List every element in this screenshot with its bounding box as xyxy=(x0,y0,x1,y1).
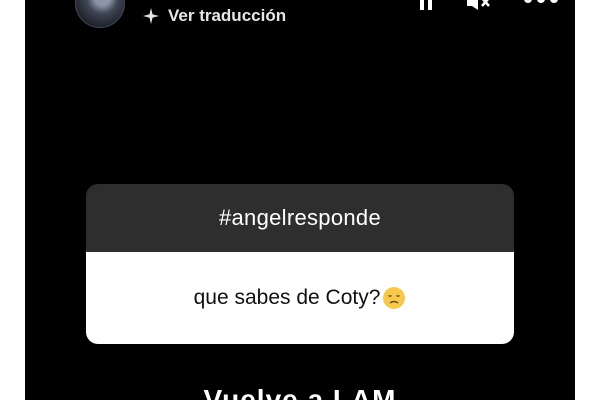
more-dots-icon[interactable] xyxy=(521,0,561,6)
disappointed-face-emoji-icon xyxy=(382,286,406,310)
question-text: que sabes de Coty? xyxy=(193,286,381,309)
question-sticker[interactable]: #angelresponde que sabes de Coty? xyxy=(86,184,514,344)
question-sticker-header: #angelresponde xyxy=(86,184,514,252)
sparkle-icon xyxy=(142,7,160,25)
story-frame: Ver traducción #angelresponde que sabes … xyxy=(25,0,575,400)
profile-avatar[interactable] xyxy=(75,0,125,28)
pause-icon[interactable] xyxy=(417,0,435,12)
see-translation-link[interactable]: Ver traducción xyxy=(142,6,286,26)
story-caption: Vuelve a LAM xyxy=(203,384,397,400)
question-sticker-title: #angelresponde xyxy=(218,205,381,230)
see-translation-label: Ver traducción xyxy=(168,6,287,25)
question-sticker-body: que sabes de Coty? xyxy=(86,252,514,344)
speaker-muted-icon[interactable] xyxy=(465,0,491,14)
